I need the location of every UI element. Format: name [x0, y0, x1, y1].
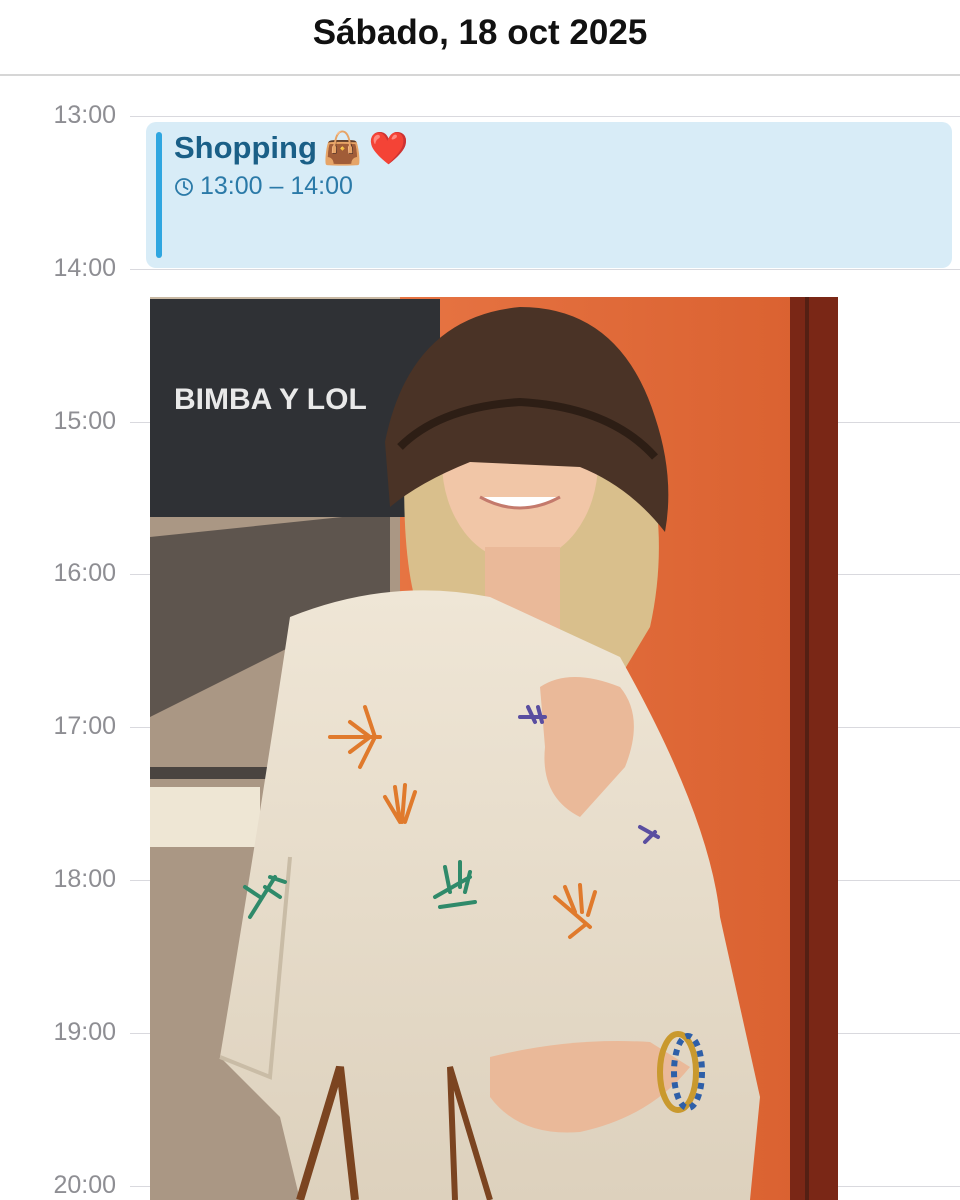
hour-label: 20:00	[53, 1171, 116, 1199]
store-sign-text: BIMBA Y LOL	[174, 383, 367, 416]
event-time-text: 13:00 – 14:00	[200, 172, 353, 200]
handbag-emoji: 👜	[322, 130, 363, 166]
hour-divider	[130, 116, 960, 117]
date-title: Sábado, 18 oct 2025	[312, 13, 648, 52]
hour-label: 17:00	[53, 712, 116, 740]
hour-label: 14:00	[53, 254, 116, 282]
event-block[interactable]: Shopping 👜 ❤️ 13:00 – 14:00	[146, 122, 952, 268]
hour-label: 13:00	[53, 101, 116, 129]
clock-icon	[174, 177, 194, 197]
heart-emoji: ❤️	[368, 130, 409, 166]
calendar-header: Sábado, 18 oct 2025	[0, 0, 960, 76]
event-accent-bar	[156, 132, 162, 258]
event-time: 13:00 – 14:00	[174, 172, 353, 201]
hour-divider	[130, 269, 960, 270]
hour-label: 18:00	[53, 865, 116, 893]
hour-label: 19:00	[53, 1018, 116, 1046]
event-title-text: Shopping	[174, 130, 317, 165]
attached-photo[interactable]: BIMBA Y LOL	[150, 297, 838, 1200]
hour-label: 16:00	[53, 559, 116, 587]
hour-label: 15:00	[53, 407, 116, 435]
event-title: Shopping 👜 ❤️	[174, 130, 409, 166]
